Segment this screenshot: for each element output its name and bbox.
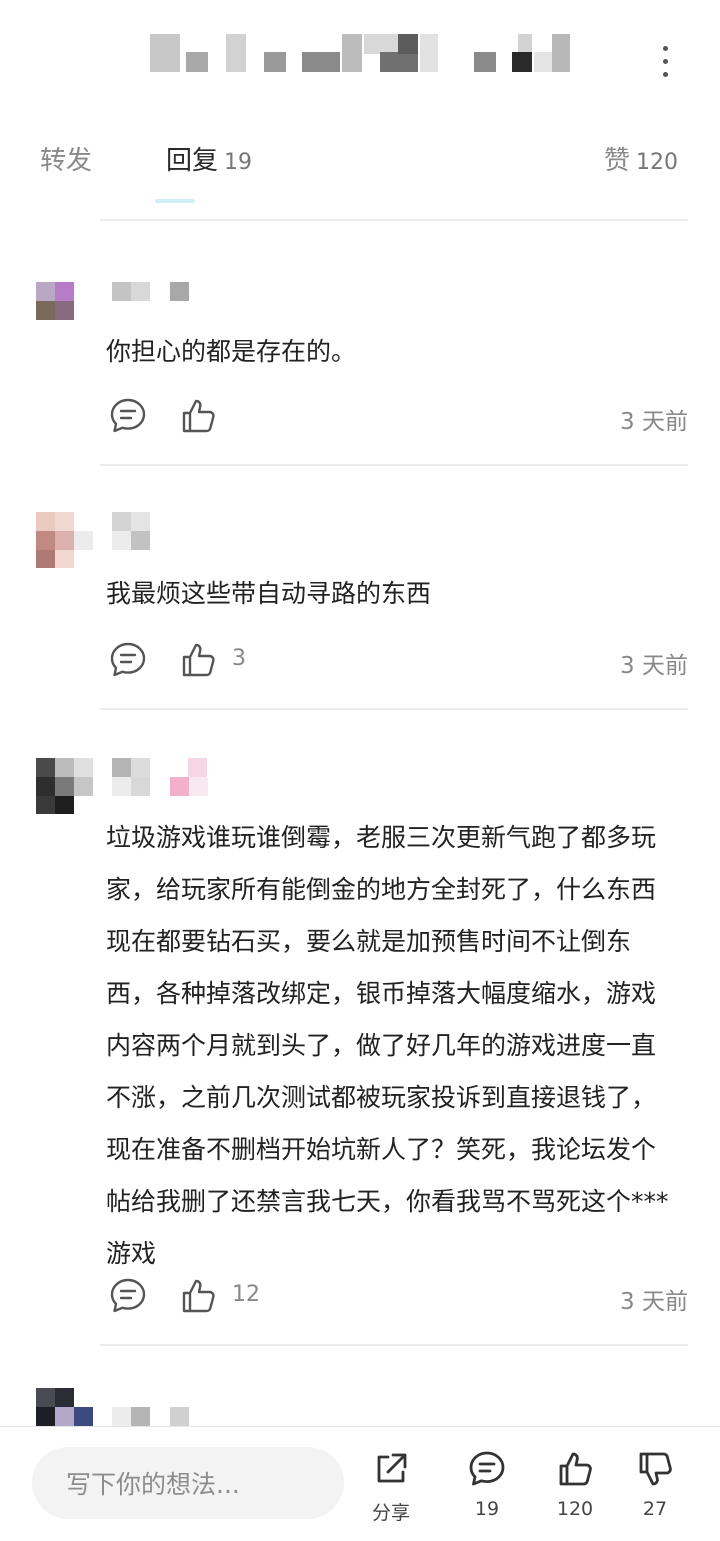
comment-time: 3 天前: [620, 653, 688, 679]
comment-input[interactable]: [64, 1447, 328, 1521]
comment-actions: 12 3 天前: [106, 1276, 688, 1320]
more-vertical-icon[interactable]: [652, 44, 680, 78]
comment-actions: 3 天前: [106, 396, 688, 440]
divider: [100, 219, 688, 221]
share-button[interactable]: 分享: [356, 1449, 426, 1529]
comment-text: 垃圾游戏谁玩谁倒霉，老服三次更新气跑了都多玩家，给玩家所有能倒金的地方全封死了，…: [106, 823, 669, 1268]
thumbs-up-icon[interactable]: [178, 640, 218, 680]
like-count: 120: [556, 1498, 594, 1520]
divider: [100, 464, 688, 466]
comment-bubble-icon: [469, 1451, 505, 1486]
comment-text: 你担心的都是存在的。: [106, 337, 357, 366]
comment-count: 19: [474, 1498, 500, 1520]
tab-label: 赞: [604, 146, 631, 176]
thumbs-up-icon[interactable]: [178, 1276, 218, 1316]
tab-indicator: [155, 199, 195, 203]
thumbs-down-icon: [639, 1452, 672, 1486]
like-count: 12: [232, 1282, 260, 1307]
comment-text: 我最烦这些带自动寻路的东西: [106, 579, 432, 608]
tab-count: 120: [636, 150, 679, 175]
avatar[interactable]: [36, 512, 93, 568]
share-icon: [377, 1453, 407, 1483]
tab-bar: 转发 回复 19 赞 120: [0, 120, 720, 221]
tab-replies[interactable]: 回复 19: [166, 140, 252, 177]
divider: [100, 708, 688, 710]
tab-label: 转发: [40, 146, 93, 176]
bottom-action-bar: 分享 19 120 27: [0, 1426, 720, 1541]
comment-input-box[interactable]: [32, 1447, 344, 1521]
top-bar: [0, 0, 720, 120]
comment-actions: 3 3 天前: [106, 640, 688, 684]
tab-likes[interactable]: 赞 120: [604, 140, 678, 177]
divider: [100, 1344, 688, 1346]
thumbs-up-icon: [559, 1452, 592, 1486]
tab-label: 回复: [166, 146, 219, 176]
dislike-count: 27: [642, 1498, 668, 1520]
comment-time: 3 天前: [620, 1289, 688, 1315]
comment-bubble-icon[interactable]: [108, 1276, 148, 1316]
comment-time: 3 天前: [620, 409, 688, 435]
thumbs-up-icon[interactable]: [178, 396, 218, 436]
comment-bubble-icon[interactable]: [108, 640, 148, 680]
share-label: 分享: [371, 1502, 410, 1524]
comment-count-button[interactable]: 19: [452, 1449, 522, 1529]
tab-count: 19: [224, 150, 253, 175]
like-count: 3: [232, 646, 246, 671]
like-button[interactable]: 120: [540, 1449, 610, 1529]
dislike-button[interactable]: 27: [620, 1449, 690, 1529]
avatar[interactable]: [36, 282, 92, 338]
tab-forward[interactable]: 转发: [40, 140, 92, 177]
comment-bubble-icon[interactable]: [108, 396, 148, 436]
avatar[interactable]: [36, 758, 93, 814]
